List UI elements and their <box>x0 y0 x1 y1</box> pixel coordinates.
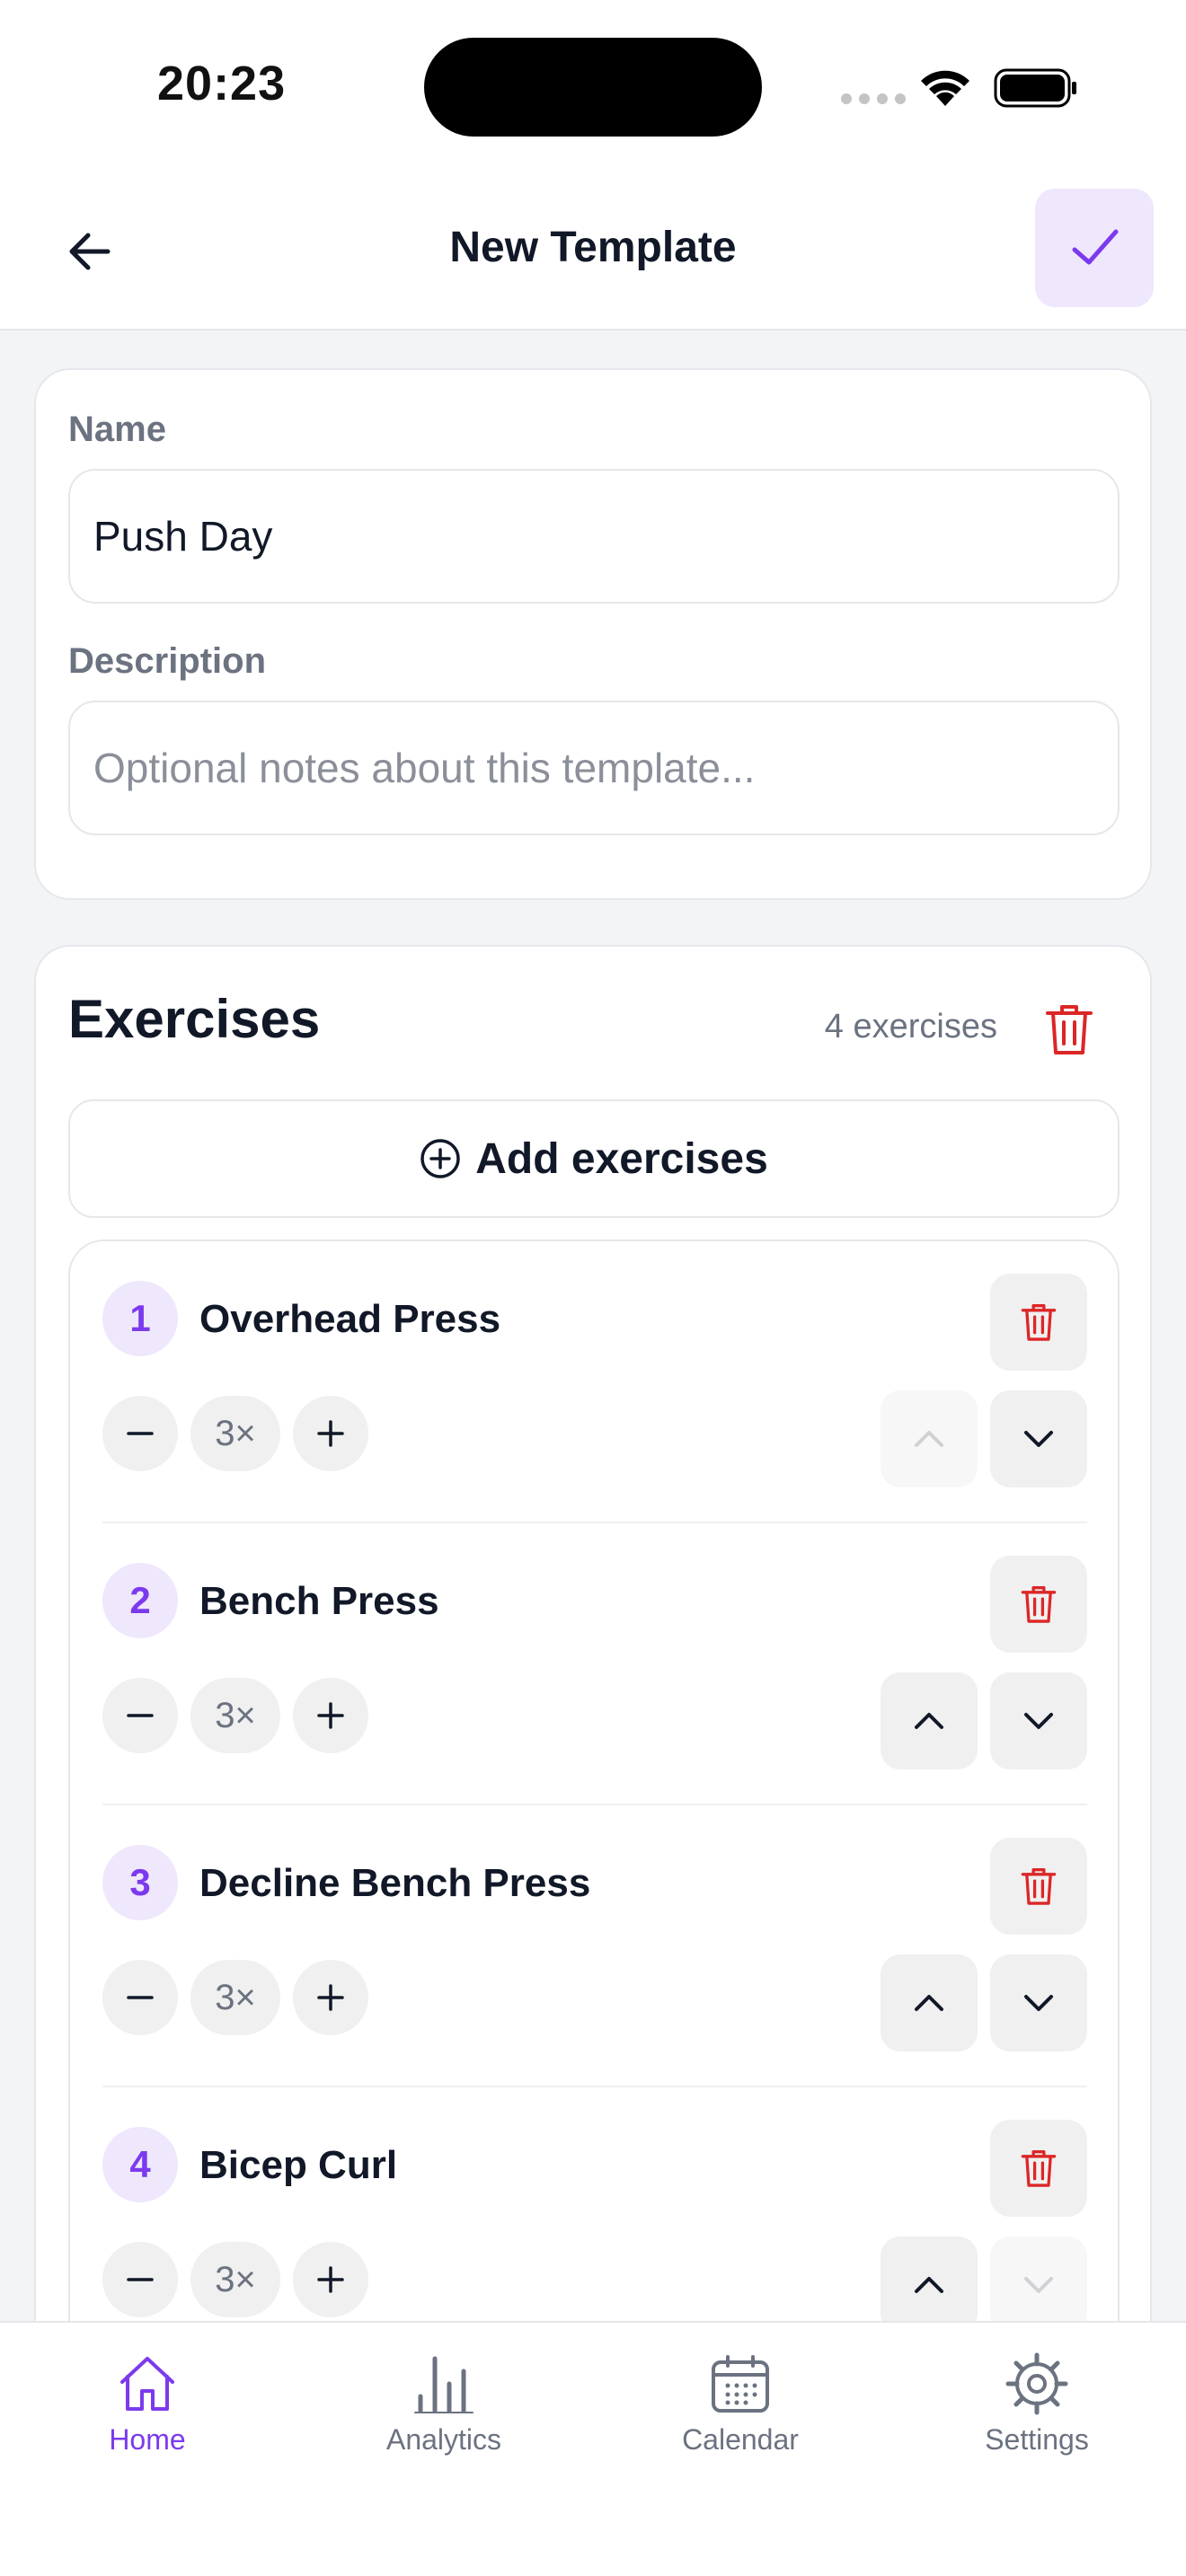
cellular-signal-icon <box>841 93 906 104</box>
move-down-button[interactable] <box>990 2236 1087 2333</box>
plus-circle-icon <box>420 1139 460 1178</box>
move-up-button[interactable] <box>881 1390 978 1487</box>
exercise-name: Bicep Curl <box>199 2143 398 2187</box>
sets-value: 3× <box>190 1396 280 1471</box>
tab-bar: Home Analytics Calendar Settings <box>0 2321 1186 2576</box>
exercise-index: 1 <box>102 1281 178 1356</box>
add-exercises-label: Add exercises <box>475 1134 768 1183</box>
sets-stepper: 3× <box>102 1960 368 2035</box>
exercises-heading: Exercises <box>68 989 321 1049</box>
delete-exercise-button[interactable] <box>990 1274 1087 1371</box>
reorder-controls <box>881 1954 1087 2051</box>
tab-label: Calendar <box>682 2423 799 2456</box>
sets-stepper: 3× <box>102 1678 368 1753</box>
trash-icon <box>1021 1304 1057 1341</box>
exercise-index: 2 <box>102 1563 178 1638</box>
checkmark-icon <box>1072 229 1119 265</box>
delete-exercise-button[interactable] <box>990 1838 1087 1935</box>
increase-sets-button[interactable] <box>293 2242 368 2317</box>
delete-exercise-button[interactable] <box>990 2120 1087 2217</box>
nav-bar: New Template <box>0 180 1186 331</box>
name-input[interactable]: Push Day <box>68 469 1120 604</box>
chevron-up-icon <box>915 1431 943 1447</box>
increase-sets-button[interactable] <box>293 1396 368 1471</box>
home-icon <box>120 2357 174 2411</box>
add-exercises-button[interactable]: Add exercises <box>68 1099 1120 1218</box>
chevron-down-icon <box>1024 1431 1053 1447</box>
sets-stepper: 3× <box>102 1396 368 1471</box>
status-time: 20:23 <box>157 57 287 110</box>
plus-icon <box>317 1984 344 2011</box>
exercise-count: 4 exercises <box>824 1008 997 1045</box>
plus-icon <box>317 1420 344 1447</box>
reorder-controls <box>881 1390 1087 1487</box>
description-input[interactable]: Optional notes about this template... <box>68 701 1120 835</box>
sets-stepper: 3× <box>102 2242 368 2317</box>
minus-icon <box>127 1996 154 1999</box>
trash-icon <box>1021 2150 1057 2187</box>
move-down-button[interactable] <box>990 1390 1087 1487</box>
plus-icon <box>317 1702 344 1729</box>
tab-label: Settings <box>985 2423 1089 2456</box>
battery-icon <box>994 68 1076 108</box>
chevron-up-icon <box>915 1995 943 2011</box>
exercise-index: 4 <box>102 2127 178 2202</box>
bar-chart-icon <box>414 2356 474 2413</box>
increase-sets-button[interactable] <box>293 1960 368 2035</box>
minus-icon <box>127 2278 154 2281</box>
description-label: Description <box>68 641 267 681</box>
trash-icon <box>1021 1868 1057 1905</box>
increase-sets-button[interactable] <box>293 1678 368 1753</box>
exercise-row: 2 Bench Press 3× <box>102 1523 1087 1805</box>
move-up-button[interactable] <box>881 1672 978 1769</box>
chevron-down-icon <box>1024 2277 1053 2293</box>
save-template-button[interactable] <box>1035 189 1154 307</box>
chevron-down-icon <box>1024 1713 1053 1729</box>
chevron-up-icon <box>915 2277 943 2293</box>
delete-exercise-button[interactable] <box>990 1556 1087 1653</box>
reorder-controls <box>881 2236 1087 2333</box>
sets-value: 3× <box>190 1960 280 2035</box>
exercise-name: Overhead Press <box>199 1297 501 1341</box>
sets-value: 3× <box>190 2242 280 2317</box>
clear-all-trash-icon[interactable] <box>1042 1001 1096 1058</box>
decrease-sets-button[interactable] <box>102 1678 178 1753</box>
minus-icon <box>127 1432 154 1435</box>
exercise-row: 1 Overhead Press 3× <box>102 1241 1087 1523</box>
reorder-controls <box>881 1672 1087 1769</box>
calendar-icon <box>712 2355 769 2413</box>
minus-icon <box>127 1714 154 1717</box>
trash-icon <box>1021 1586 1057 1623</box>
decrease-sets-button[interactable] <box>102 1960 178 2035</box>
tab-settings[interactable]: Settings <box>929 2351 1145 2457</box>
exercise-index: 3 <box>102 1845 178 1920</box>
name-label: Name <box>68 410 166 449</box>
move-down-button[interactable] <box>990 1672 1087 1769</box>
move-up-button[interactable] <box>881 2236 978 2333</box>
template-details-card: Name Push Day Description Optional notes… <box>34 368 1152 900</box>
move-down-button[interactable] <box>990 1954 1087 2051</box>
sets-value: 3× <box>190 1678 280 1753</box>
page-title: New Template <box>449 224 737 271</box>
plus-icon <box>317 2266 344 2293</box>
decrease-sets-button[interactable] <box>102 2242 178 2317</box>
dynamic-island <box>424 38 762 137</box>
decrease-sets-button[interactable] <box>102 1396 178 1471</box>
status-bar: 20:23 <box>0 0 1186 180</box>
chevron-down-icon <box>1024 1995 1053 2011</box>
tab-label: Analytics <box>385 2423 502 2456</box>
gear-icon <box>1005 2352 1068 2415</box>
tab-label: Home <box>109 2423 186 2456</box>
tab-calendar[interactable]: Calendar <box>633 2351 848 2457</box>
wifi-icon <box>921 70 969 106</box>
tab-home[interactable]: Home <box>40 2351 255 2457</box>
chevron-up-icon <box>915 1713 943 1729</box>
exercise-name: Bench Press <box>199 1579 439 1623</box>
exercise-name: Decline Bench Press <box>199 1861 591 1905</box>
exercise-row: 3 Decline Bench Press 3× <box>102 1805 1087 2087</box>
tab-analytics[interactable]: Analytics <box>336 2351 552 2457</box>
move-up-button[interactable] <box>881 1954 978 2051</box>
